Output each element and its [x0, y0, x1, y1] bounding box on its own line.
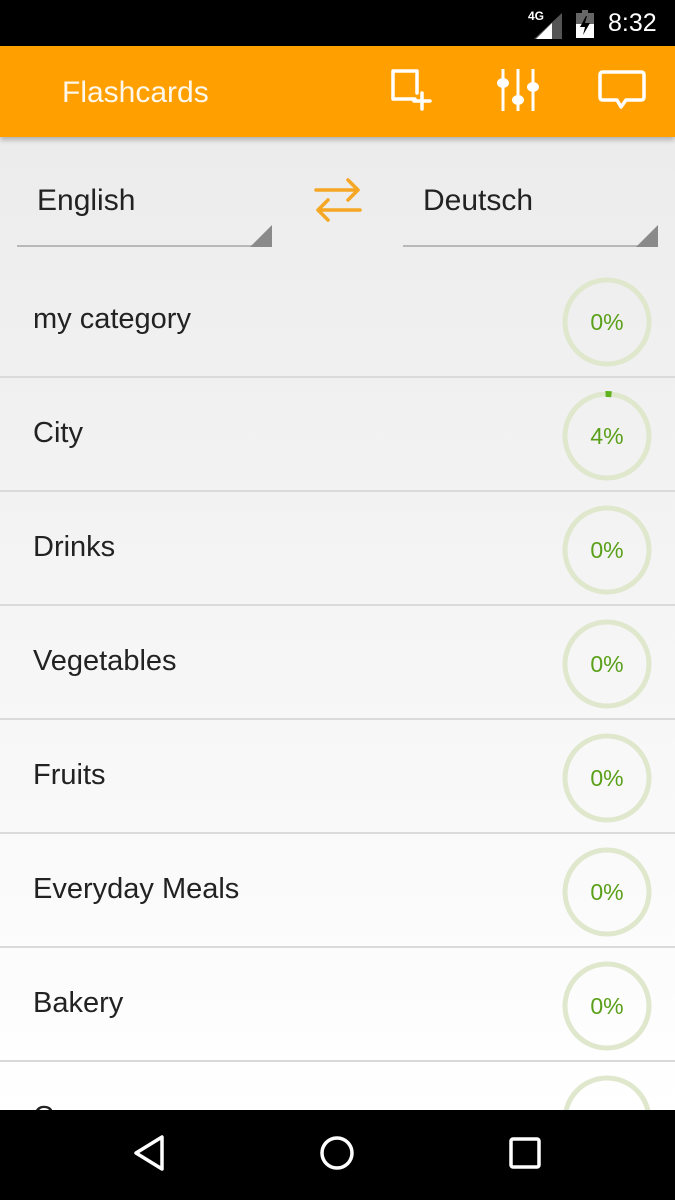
progress-percent: 0% [590, 309, 624, 335]
category-item[interactable]: Drinks 0% [0, 492, 675, 606]
category-name: Everyday Meals [33, 873, 240, 905]
home-icon [317, 1133, 357, 1178]
navigation-bar [0, 1110, 675, 1200]
category-item[interactable]: Bakery 0% [0, 948, 675, 1062]
status-bar: 4G 8:32 [0, 0, 675, 46]
swap-arrows-icon [314, 176, 362, 227]
category-item[interactable]: City 4% [0, 378, 675, 492]
progress-percent: 0% [590, 651, 624, 677]
app-bar: Flashcards [0, 46, 675, 137]
clock: 8:32 [608, 9, 657, 37]
add-card-icon [389, 67, 433, 118]
source-language-label: English [37, 184, 136, 217]
recents-button[interactable] [495, 1130, 555, 1180]
progress-ring: 0% [561, 732, 653, 824]
feedback-button[interactable] [594, 64, 650, 120]
progress-ring: 0% [561, 618, 653, 710]
category-name: Vegetables [33, 645, 177, 677]
progress-ring: 0% [561, 276, 653, 368]
sliders-icon [494, 66, 542, 119]
progress-percent: 0% [590, 765, 624, 791]
category-name: Bakery [33, 987, 124, 1019]
recents-icon [507, 1135, 543, 1176]
category-item[interactable]: C... 0% [0, 1062, 675, 1110]
category-item[interactable]: Everyday Meals 0% [0, 834, 675, 948]
category-item[interactable]: Fruits 0% [0, 720, 675, 834]
target-language-label: Deutsch [423, 184, 534, 217]
app-title: Flashcards [62, 76, 209, 109]
category-name: Fruits [33, 759, 106, 791]
progress-ring: 0% [561, 504, 653, 596]
battery-charging-icon [576, 10, 594, 43]
progress-percent: 0% [590, 993, 624, 1019]
back-icon [132, 1133, 168, 1178]
dropdown-corner-icon [636, 225, 658, 247]
language-selector-row: English Deutsch [0, 137, 675, 257]
source-language-spinner[interactable]: English [17, 167, 272, 247]
signal-icon [534, 13, 564, 44]
spinner-underline [403, 245, 658, 247]
target-language-spinner[interactable]: Deutsch [403, 167, 658, 247]
category-list: my category 0% City 4% Drinks 0% Vegetables 0% F… [0, 264, 675, 1110]
category-name: C... [33, 1101, 78, 1110]
progress-percent: 4% [590, 423, 624, 449]
progress-percent: 0% [590, 879, 624, 905]
category-item[interactable]: my category 0% [0, 264, 675, 378]
dropdown-corner-icon [250, 225, 272, 247]
progress-ring: 0% [561, 846, 653, 938]
progress-percent: 0% [561, 1074, 653, 1110]
progress-percent: 0% [590, 537, 624, 563]
progress-ring: 4% [561, 390, 653, 482]
swap-languages-button[interactable] [310, 177, 366, 225]
add-card-button[interactable] [383, 64, 439, 120]
content-area: English Deutsch my category 0% City 4% Drink… [0, 137, 675, 1110]
category-name: my category [33, 303, 191, 335]
home-button[interactable] [307, 1130, 367, 1180]
progress-ring: 0% [561, 1074, 653, 1110]
back-button[interactable] [120, 1130, 180, 1180]
spinner-underline [17, 245, 272, 247]
category-name: City [33, 417, 83, 449]
progress-ring: 0% [561, 960, 653, 1052]
settings-sliders-button[interactable] [490, 64, 546, 120]
category-name: Drinks [33, 531, 116, 563]
chat-bubble-icon [597, 68, 647, 117]
category-item[interactable]: Vegetables 0% [0, 606, 675, 720]
